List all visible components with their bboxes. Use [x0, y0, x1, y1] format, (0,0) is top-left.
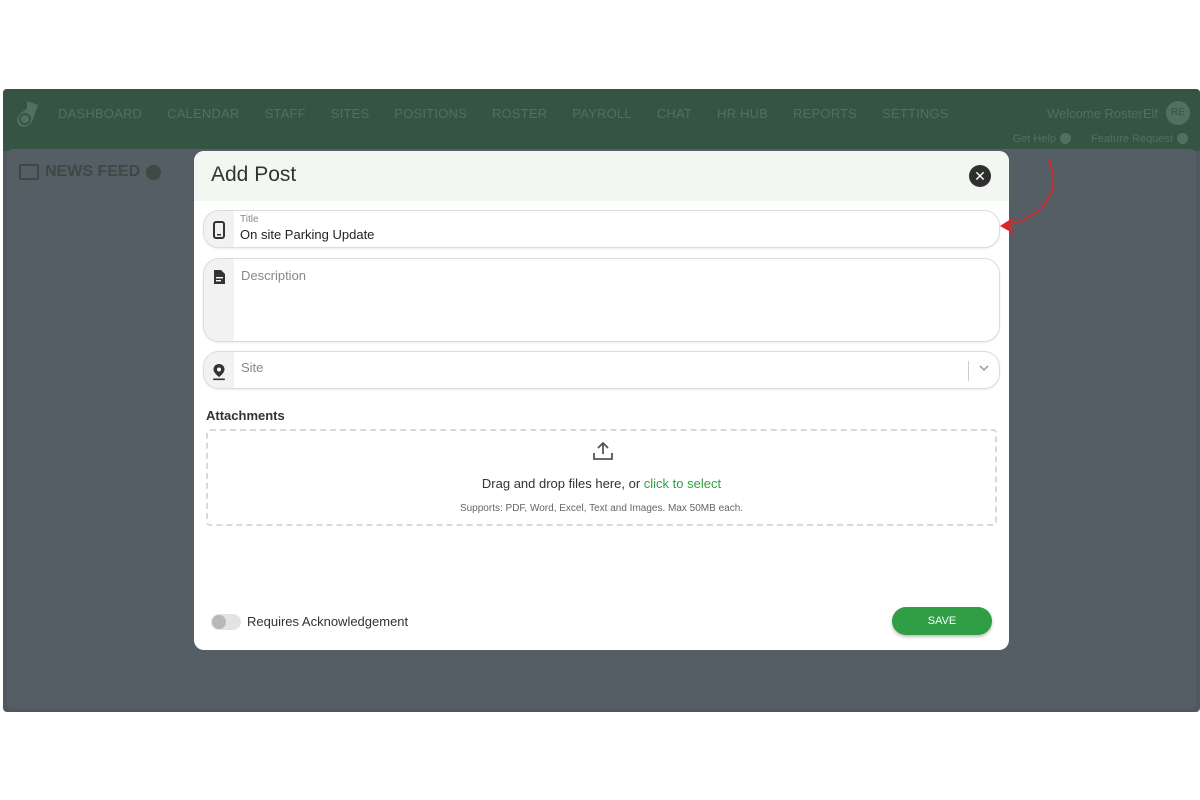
help-icon [1060, 133, 1072, 144]
get-help-label: Get Help [1012, 133, 1057, 145]
dropzone-instructions: Drag and drop files here, or [481, 476, 644, 491]
nav-payroll[interactable]: PAYROLL [572, 106, 631, 121]
top-navigation-bar: DASHBOARD CALENDAR STAFF SITES POSITIONS… [3, 89, 1200, 151]
feature-request-link[interactable]: Feature Request [1091, 133, 1188, 145]
nav-chat[interactable]: CHAT [657, 106, 692, 121]
site-field-gutter [204, 352, 234, 388]
help-links: Get Help Feature Request [1013, 133, 1188, 145]
title-field-gutter [204, 211, 234, 247]
site-select[interactable]: Site [203, 351, 1000, 389]
description-input[interactable]: Description [241, 268, 306, 283]
file-dropzone[interactable]: Drag and drop files here, or click to se… [206, 429, 997, 526]
rosterelf-logo-icon[interactable] [13, 99, 41, 133]
main-nav: DASHBOARD CALENDAR STAFF SITES POSITIONS… [58, 106, 974, 121]
nav-roster[interactable]: ROSTER [492, 106, 547, 121]
description-field[interactable]: Description [203, 258, 1000, 342]
upload-icon [593, 441, 613, 460]
modal-header: Add Post ✕ [194, 151, 1009, 201]
nav-hr-hub[interactable]: HR HUB [717, 106, 768, 121]
lightbulb-icon [1177, 133, 1188, 144]
requires-acknowledgement-label: Requires Acknowledgement [247, 614, 409, 629]
avatar[interactable]: RE [1166, 101, 1190, 125]
nav-reports[interactable]: REPORTS [793, 106, 857, 121]
add-post-modal: Add Post ✕ Title On site Parking Update … [194, 151, 1009, 650]
mobile-phone-icon [213, 221, 225, 239]
description-field-gutter [204, 259, 234, 341]
dropzone-text: Drag and drop files here, or click to se… [208, 476, 995, 491]
close-button[interactable]: ✕ [969, 165, 991, 187]
nav-staff[interactable]: STAFF [265, 106, 306, 121]
welcome-text: Welcome RosterElf [1046, 106, 1158, 121]
map-pin-icon [213, 364, 225, 381]
site-select-value: Site [241, 360, 264, 375]
nav-calendar[interactable]: CALENDAR [167, 106, 239, 121]
nav-positions[interactable]: POSITIONS [394, 106, 467, 121]
toggle-knob [212, 615, 226, 629]
feature-request-label: Feature Request [1091, 133, 1173, 145]
chevron-down-icon[interactable] [978, 364, 990, 372]
nav-dashboard[interactable]: DASHBOARD [58, 106, 142, 121]
news-feed-heading: NEWS FEED [19, 163, 162, 181]
modal-title: Add Post [211, 163, 297, 186]
document-icon [214, 270, 225, 284]
annotation-arrow-icon [1000, 158, 1055, 235]
attachments-label: Attachments [206, 408, 285, 423]
select-separator [968, 361, 969, 381]
title-field[interactable]: Title On site Parking Update [203, 210, 1000, 248]
click-to-select-link[interactable]: click to select [644, 476, 721, 491]
get-help-link[interactable]: Get Help [1012, 133, 1072, 145]
title-input[interactable]: On site Parking Update [240, 227, 374, 242]
requires-acknowledgement-toggle[interactable] [211, 614, 241, 630]
supported-formats-text: Supports: PDF, Word, Excel, Text and Ima… [459, 503, 744, 514]
add-post-icon[interactable] [146, 164, 162, 180]
nav-settings[interactable]: SETTINGS [882, 106, 949, 121]
save-button[interactable]: SAVE [892, 607, 992, 635]
title-field-label: Title [240, 214, 259, 225]
close-icon: ✕ [974, 168, 986, 184]
nav-sites[interactable]: SITES [331, 106, 370, 121]
page-title: NEWS FEED [45, 163, 141, 180]
newspaper-icon [19, 164, 39, 180]
